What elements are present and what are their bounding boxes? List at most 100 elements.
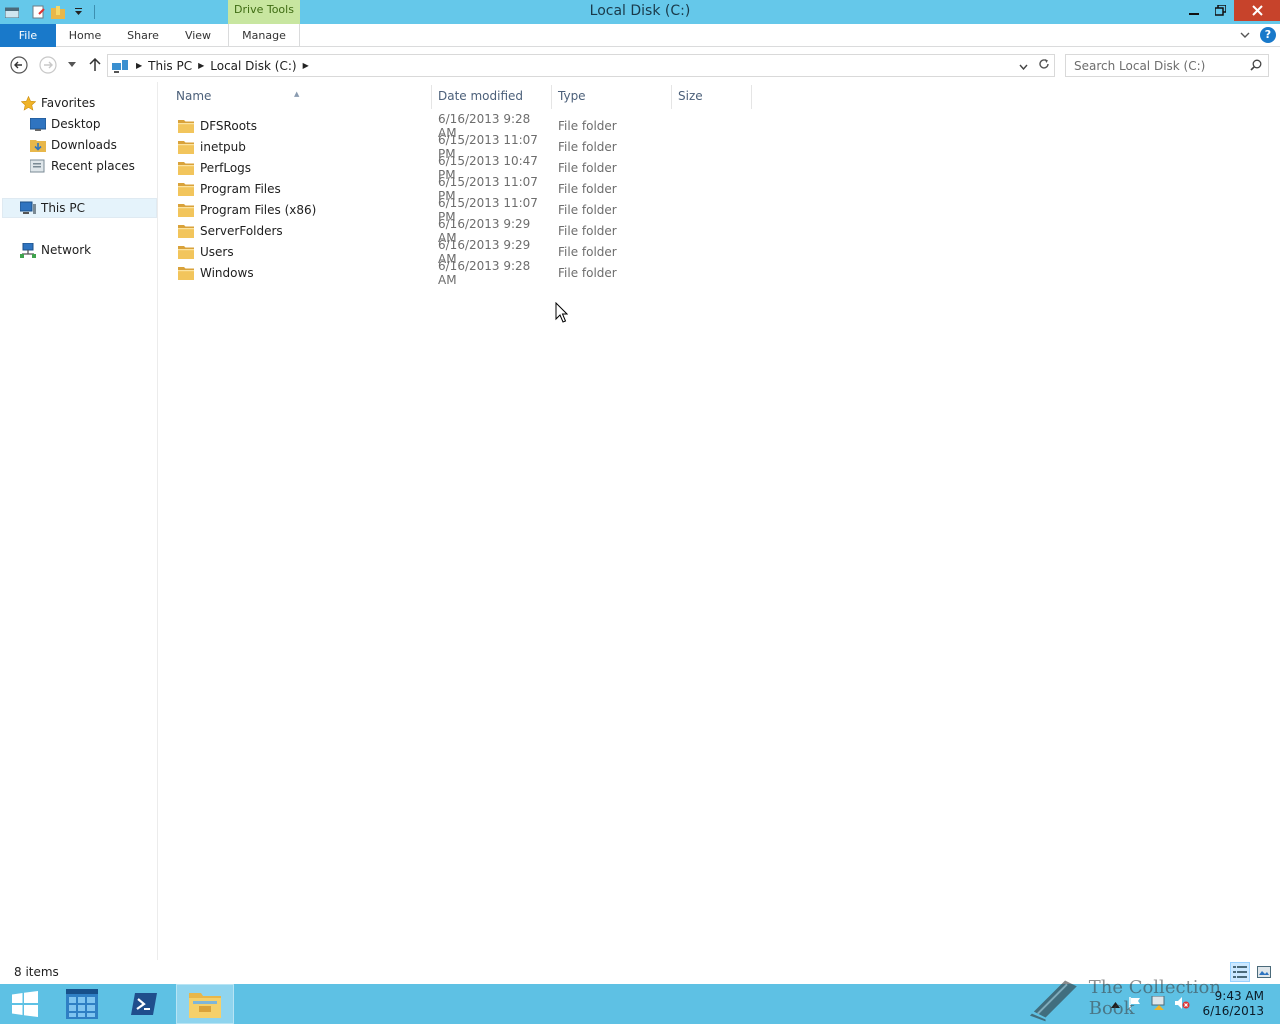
nav-item-label: Recent places (51, 159, 135, 173)
system-tray: 9:43 AM 6/16/2013 (1111, 984, 1280, 1024)
file-type: File folder (558, 265, 617, 280)
help-icon[interactable]: ? (1260, 27, 1276, 43)
nav-this-pc-label: This PC (41, 201, 85, 215)
file-name-cell[interactable]: PerfLogs (170, 161, 432, 175)
folder-icon (178, 182, 194, 196)
folder-icon (178, 140, 194, 154)
network-icon (20, 242, 36, 258)
file-name-cell[interactable]: Windows (170, 266, 432, 280)
file-name-cell[interactable]: DFSRoots (170, 119, 432, 133)
nav-network[interactable]: Network (20, 240, 91, 260)
address-row: ▶ This PC ▶ Local Disk (C:) ▶ (0, 47, 1280, 82)
file-name: inetpub (200, 139, 246, 154)
breadcrumb-this-pc[interactable]: This PC (148, 59, 192, 73)
file-name: Windows (200, 265, 254, 280)
server-manager-taskbar-button[interactable] (54, 984, 110, 1024)
nav-network-label: Network (41, 243, 92, 257)
file-name-cell[interactable]: inetpub (170, 140, 432, 154)
item-count: 8 items (14, 965, 59, 979)
properties-icon[interactable] (30, 4, 46, 20)
column-header-size[interactable]: Size (672, 85, 752, 109)
nav-item-desktop[interactable]: Desktop (30, 114, 101, 134)
folder-icon (178, 161, 194, 175)
address-bar[interactable]: ▶ This PC ▶ Local Disk (C:) ▶ (107, 54, 1055, 77)
downloads-folder-icon (30, 137, 46, 153)
breadcrumb-chevron-icon[interactable]: ▶ (198, 61, 204, 70)
navigation-pane: Favorites Desktop Downloads Recent place… (0, 82, 158, 960)
powershell-taskbar-button[interactable] (116, 984, 172, 1024)
nav-favorites-label: Favorites (41, 96, 96, 110)
action-center-flag-icon[interactable] (1128, 996, 1142, 1013)
address-dropdown-icon[interactable] (1019, 59, 1028, 73)
breadcrumb-chevron-icon[interactable]: ▶ (303, 61, 309, 70)
column-header-type-label: Type (558, 89, 586, 103)
new-folder-icon[interactable] (50, 4, 66, 20)
recent-locations-dropdown-icon[interactable] (62, 55, 82, 75)
file-name: PerfLogs (200, 160, 252, 175)
restore-button[interactable] (1207, 0, 1234, 21)
large-icons-view-button[interactable] (1254, 962, 1274, 982)
column-header-size-label: Size (678, 89, 703, 103)
volume-muted-icon[interactable] (1174, 996, 1190, 1013)
file-type: File folder (558, 181, 617, 196)
file-name-cell[interactable]: Program Files (x86) (170, 203, 432, 217)
tab-home[interactable]: Home (62, 24, 108, 47)
forward-button[interactable] (38, 55, 58, 75)
file-name-cell[interactable]: Users (170, 245, 432, 259)
search-input[interactable] (1074, 58, 1244, 73)
search-icon[interactable] (1250, 59, 1262, 74)
nav-favorites[interactable]: Favorites (20, 93, 95, 113)
file-type: File folder (558, 118, 617, 133)
nav-item-label: Downloads (51, 138, 117, 152)
tab-manage[interactable]: Manage (228, 24, 300, 47)
close-button[interactable] (1234, 0, 1280, 21)
up-button[interactable] (85, 55, 105, 75)
file-list-pane: Name ▲ Date modified Type Size DFSRoots 6… (160, 82, 1280, 960)
nav-item-recent-places[interactable]: Recent places (30, 156, 135, 176)
minimize-button[interactable] (1180, 0, 1207, 21)
tab-file[interactable]: File (0, 24, 56, 47)
search-box[interactable] (1065, 54, 1269, 77)
column-header-date-label: Date modified (438, 89, 524, 103)
file-date-modified: 6/16/2013 9:28 AM (438, 258, 531, 287)
status-bar: 8 items (0, 960, 1280, 984)
breadcrumb-chevron-icon[interactable]: ▶ (136, 61, 142, 70)
expand-ribbon-icon[interactable] (1240, 28, 1250, 42)
clock-date: 6/16/2013 (1202, 1004, 1264, 1018)
clock-time: 9:43 AM (1214, 989, 1264, 1003)
back-button[interactable] (9, 55, 29, 75)
customize-qat-dropdown-icon[interactable] (70, 4, 86, 20)
desktop-icon (30, 116, 46, 132)
nav-this-pc[interactable]: This PC (2, 198, 157, 218)
column-header-date-modified[interactable]: Date modified (432, 85, 552, 109)
nav-item-downloads[interactable]: Downloads (30, 135, 117, 155)
network-tray-icon[interactable] (1150, 995, 1166, 1013)
show-hidden-icons-icon[interactable] (1111, 997, 1121, 1011)
file-type: File folder (558, 160, 617, 175)
table-row[interactable]: Windows 6/16/2013 9:28 AM File folder (170, 259, 752, 287)
tab-view[interactable]: View (176, 24, 220, 47)
file-name-cell[interactable]: ServerFolders (170, 224, 432, 238)
details-view-button[interactable] (1230, 962, 1250, 982)
folder-icon (178, 224, 194, 238)
taskbar-clock[interactable]: 9:43 AM 6/16/2013 (1202, 989, 1264, 1019)
breadcrumb-local-disk[interactable]: Local Disk (C:) (210, 59, 296, 73)
refresh-icon[interactable] (1038, 58, 1050, 73)
column-header-name-label: Name (176, 89, 212, 103)
drive-tools-contextual-label: Drive Tools (228, 0, 300, 24)
star-icon (20, 95, 36, 111)
column-header-name[interactable]: Name ▲ (170, 85, 432, 109)
window-controls (1180, 0, 1280, 22)
file-name-cell[interactable]: Program Files (170, 182, 432, 196)
tab-share[interactable]: Share (120, 24, 166, 47)
file-name: Program Files (200, 181, 281, 196)
computer-icon (20, 200, 36, 216)
file-type: File folder (558, 223, 617, 238)
start-button[interactable] (0, 984, 50, 1024)
file-type: File folder (558, 139, 617, 154)
explorer-window-icon[interactable] (4, 4, 20, 20)
file-explorer-taskbar-button[interactable] (176, 984, 234, 1024)
file-list: DFSRoots 6/16/2013 9:28 AM File folder inet… (170, 112, 752, 287)
file-name: Users (200, 244, 234, 259)
column-header-type[interactable]: Type (552, 85, 672, 109)
